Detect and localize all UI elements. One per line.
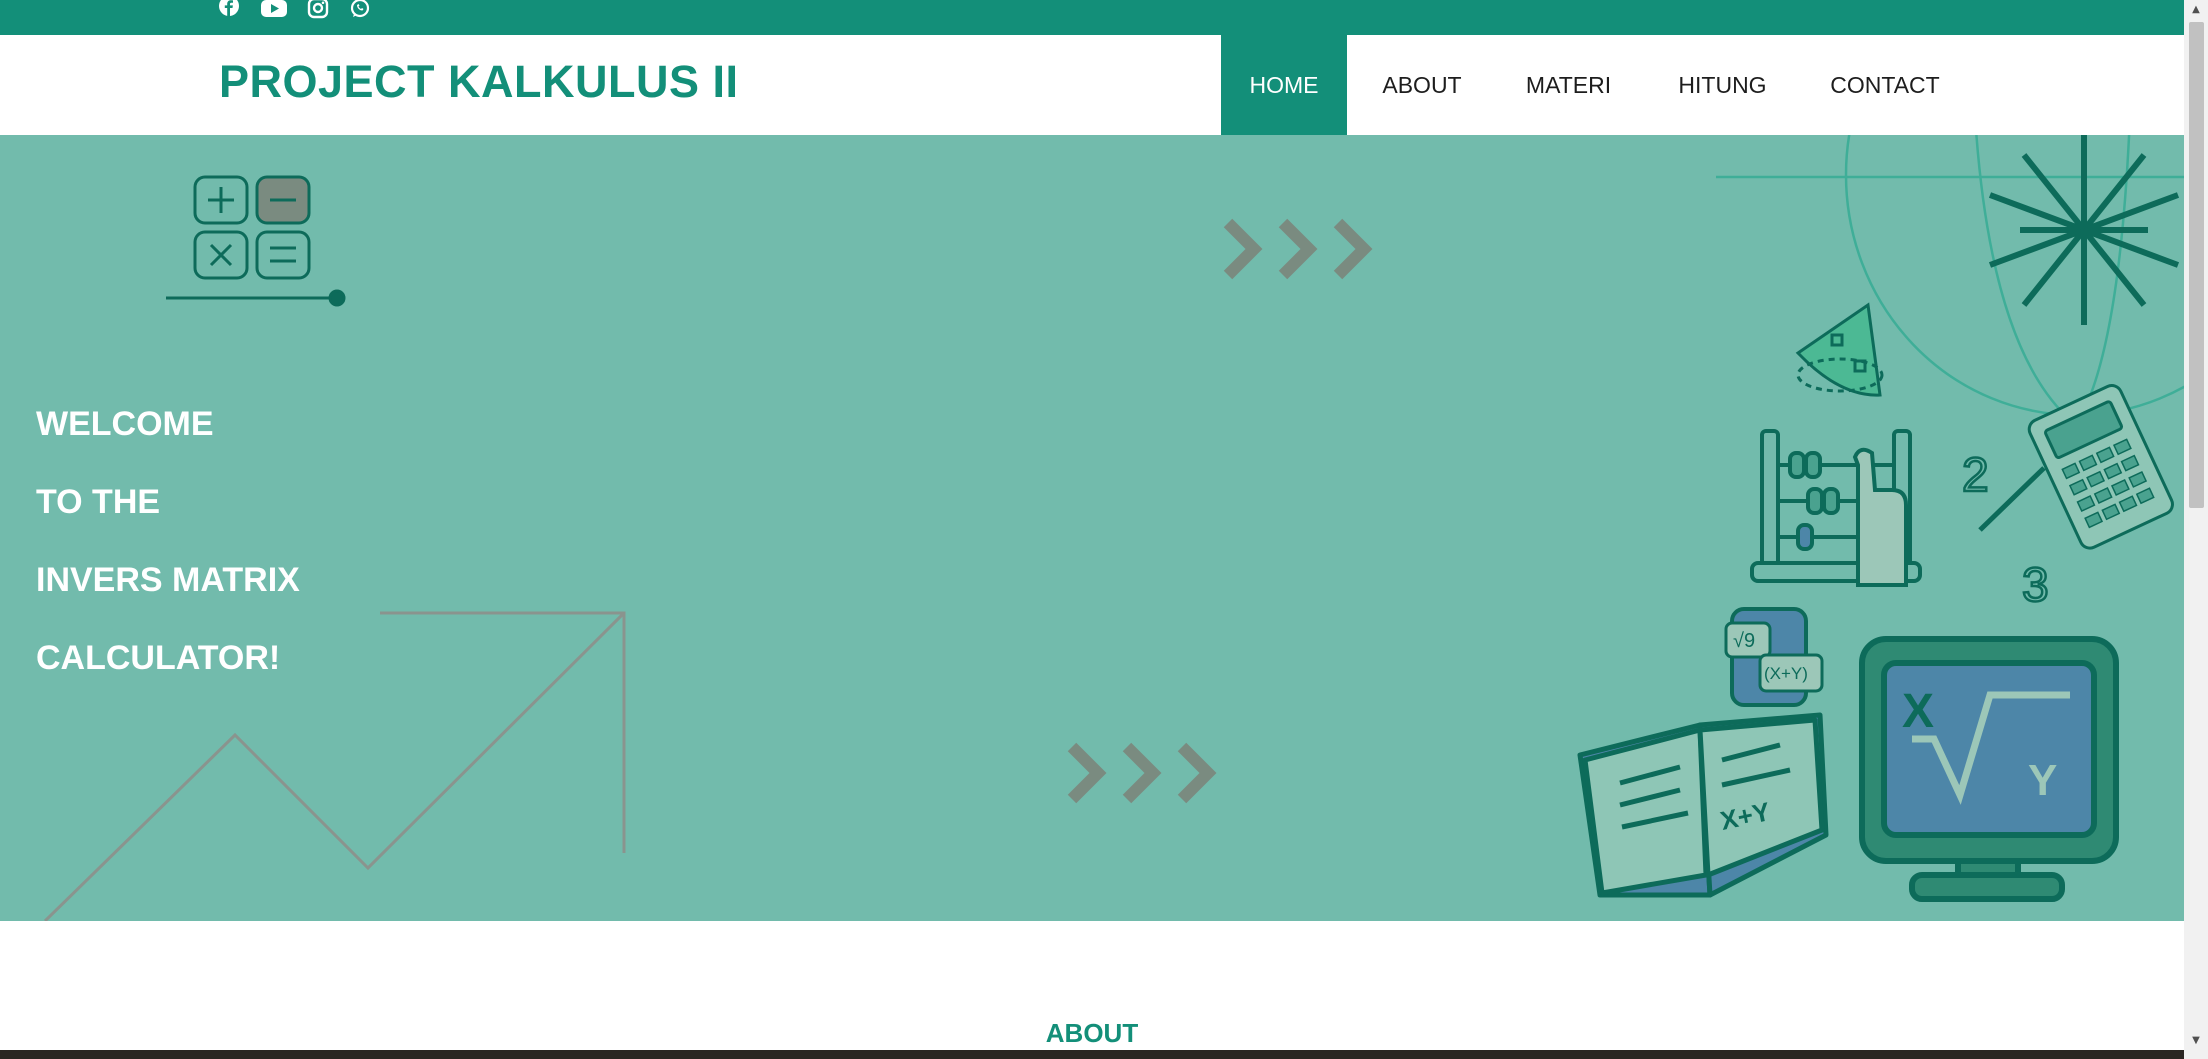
nav-contact[interactable]: CONTACT	[1805, 35, 1965, 135]
fraction-numerator: 2	[1962, 449, 1989, 502]
top-social-bar	[0, 0, 2184, 35]
site-logo-title[interactable]: PROJECT KALKULUS II	[219, 56, 739, 108]
open-book-icon	[1577, 712, 1829, 898]
fraction-denominator: 3	[2022, 559, 2049, 612]
about-section-title: ABOUT	[1045, 1018, 1139, 1048]
welcome-line-2: TO THE	[36, 483, 161, 521]
fraction-icon	[1978, 466, 2046, 532]
scrollbar-thumb[interactable]	[2189, 22, 2204, 508]
hero-welcome-text: WELCOME TO THE INVERS MATRIX CALCULATOR!	[36, 385, 300, 697]
xy-badge-text: (X+Y)	[1764, 664, 1808, 683]
scroll-up-arrow-icon[interactable]: ▲	[2189, 2, 2203, 16]
nav-about[interactable]: ABOUT	[1347, 35, 1497, 135]
star-burst-icon	[1988, 135, 2180, 325]
calculator-symbols-icon	[166, 175, 346, 307]
hero-illustration: 2 3 √9 (X+Y) X+Y X Y	[43, 135, 2184, 921]
monitor-icon	[1859, 636, 2119, 902]
bottom-strip	[0, 1050, 2184, 1059]
facebook-icon[interactable]	[216, 0, 242, 18]
chevrons-bottom-icon	[1067, 742, 1217, 804]
hero-banner: 2 3 √9 (X+Y) X+Y X Y WELCOME TO THE INVE…	[0, 135, 2184, 921]
chevrons-top-icon	[1223, 218, 1373, 280]
monitor-y-text: Y	[2028, 756, 2057, 805]
whatsapp-icon[interactable]	[347, 0, 373, 18]
welcome-line-1: WELCOME	[36, 405, 214, 443]
geometry-lines-icon	[1716, 135, 2184, 427]
nav-hitung[interactable]: HITUNG	[1640, 35, 1805, 135]
cone-icon	[1795, 302, 1884, 397]
calculator-icon	[2027, 384, 2174, 550]
welcome-line-4: CALCULATOR!	[36, 639, 281, 677]
monitor-x-text: X	[1902, 685, 1934, 738]
abacus-icon	[1750, 429, 1922, 587]
instagram-icon[interactable]	[305, 0, 331, 19]
site-header: PROJECT KALKULUS II HOME ABOUT MATERI HI…	[0, 35, 2184, 135]
welcome-line-3: INVERS MATRIX	[36, 561, 300, 599]
scroll-down-arrow-icon[interactable]: ▼	[2189, 1033, 2203, 1047]
sqrt-badge-text: √9	[1733, 630, 1755, 652]
youtube-icon[interactable]	[261, 0, 287, 18]
nav-home[interactable]: HOME	[1221, 35, 1347, 135]
phone-icon	[1724, 607, 1824, 707]
main-nav: HOME ABOUT MATERI HITUNG CONTACT	[1221, 35, 1965, 135]
nav-materi[interactable]: MATERI	[1497, 35, 1640, 135]
